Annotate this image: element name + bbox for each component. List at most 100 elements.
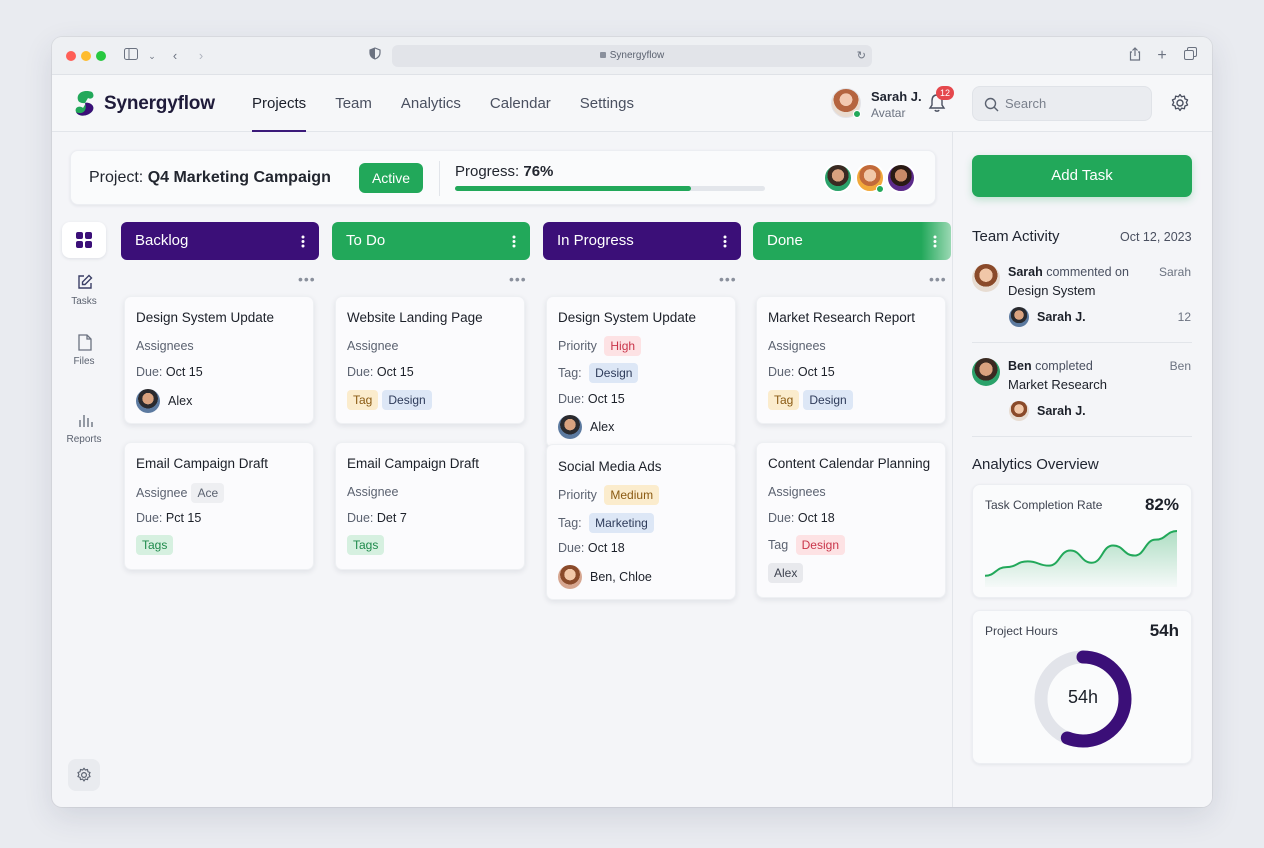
column-more-button[interactable]: ••• — [719, 271, 737, 287]
address-bar[interactable]: Synergyflow ↻ — [392, 45, 872, 67]
sidebar-toggle-icon[interactable] — [122, 47, 140, 65]
card-title: Email Campaign Draft — [136, 456, 269, 471]
avatar[interactable] — [972, 358, 1000, 386]
avatar[interactable] — [972, 264, 1000, 292]
activity-object[interactable]: Design System — [1008, 283, 1095, 298]
card-due: Due: Oct 18 — [768, 511, 835, 525]
rail-label: Reports — [66, 434, 102, 445]
nav-calendar[interactable]: Calendar — [490, 75, 551, 132]
tabs-overview-icon[interactable] — [1181, 47, 1199, 65]
column-header-backlog[interactable]: Backlog — [121, 222, 319, 260]
priority-badge[interactable]: Medium — [604, 485, 660, 505]
rail-item-reports[interactable]: Reports — [60, 408, 108, 445]
column-more-button[interactable]: ••• — [509, 271, 527, 287]
task-card[interactable]: Email Campaign Draft Assignee Ace Due: Pc… — [124, 442, 314, 570]
project-hours-card[interactable]: Project Hours 54h 54h — [972, 610, 1192, 764]
avatar[interactable] — [136, 389, 160, 413]
nav-settings[interactable]: Settings — [580, 75, 634, 132]
search-icon — [984, 97, 999, 112]
task-completion-card[interactable]: Task Completion Rate 82% — [972, 484, 1192, 598]
trend-area — [985, 531, 1177, 587]
card-assignee: Alex — [136, 389, 192, 413]
activity-count: 12 — [1177, 310, 1191, 324]
online-indicator — [876, 185, 884, 193]
kebab-menu-icon[interactable] — [301, 235, 305, 248]
minimize-window-button[interactable] — [81, 51, 91, 61]
tag-badge[interactable]: Design — [803, 390, 853, 410]
search-input[interactable] — [1005, 87, 1145, 120]
avatar[interactable] — [1009, 307, 1029, 327]
search-box[interactable] — [972, 86, 1152, 121]
completion-trend-chart — [984, 530, 1178, 587]
rail-label: Tasks — [71, 296, 97, 307]
divider — [972, 436, 1192, 437]
task-card[interactable]: Email Campaign Draft Assignee Due: Det 7… — [335, 442, 525, 570]
nav-analytics[interactable]: Analytics — [401, 75, 461, 132]
close-window-button[interactable] — [66, 51, 76, 61]
column-header-todo[interactable]: To Do — [332, 222, 530, 260]
grid-icon — [76, 232, 92, 248]
maximize-window-button[interactable] — [96, 51, 106, 61]
share-icon[interactable] — [1126, 47, 1144, 65]
card-title: Design System Update — [558, 310, 697, 325]
task-card[interactable]: Social Media Ads Priority Medium Tag: Ma… — [546, 444, 736, 600]
chevron-down-icon[interactable]: ⌄ — [143, 47, 161, 65]
team-avatar[interactable] — [823, 163, 853, 193]
team-avatar[interactable] — [886, 163, 916, 193]
online-indicator — [853, 110, 861, 118]
tag-badge[interactable]: Marketing — [589, 513, 654, 533]
brand-name[interactable]: Synergyflow — [104, 93, 215, 115]
new-tab-icon[interactable]: + — [1153, 47, 1171, 65]
avatar[interactable] — [558, 415, 582, 439]
gear-icon[interactable] — [1170, 93, 1190, 113]
task-card[interactable]: Design System Update Priority High Tag: … — [546, 296, 736, 448]
avatar[interactable] — [558, 565, 582, 589]
kebab-menu-icon[interactable] — [512, 235, 516, 248]
rail-item-dashboard[interactable] — [60, 222, 108, 258]
column-more-button[interactable]: ••• — [929, 271, 947, 287]
tag-badge[interactable]: Design — [589, 363, 639, 383]
card-tags: Tag Design — [768, 390, 853, 410]
tag-badge[interactable]: Design — [795, 535, 845, 555]
task-card[interactable]: Content Calendar Planning Assignees Due:… — [756, 442, 946, 598]
activity-text: Ben completed — [1008, 359, 1093, 373]
card-assignee-label: Assignee — [347, 485, 399, 499]
tag-badge[interactable]: Tag — [768, 390, 800, 410]
nav-team[interactable]: Team — [335, 75, 372, 132]
status-badge[interactable]: Active — [359, 163, 423, 193]
avatar[interactable] — [1009, 401, 1029, 421]
back-icon[interactable]: ‹ — [166, 47, 184, 65]
tag-badge[interactable]: Tags — [347, 535, 385, 555]
forward-icon[interactable]: › — [192, 47, 210, 65]
tag-badge[interactable]: Tags — [136, 535, 174, 555]
column-more-button[interactable]: ••• — [298, 271, 316, 287]
activity-object[interactable]: Market Research — [1008, 377, 1107, 392]
column-header-done[interactable]: Done — [753, 222, 951, 260]
tag-badge[interactable]: Tag — [347, 390, 379, 410]
add-task-button[interactable]: Add Task — [972, 155, 1192, 197]
edit-icon — [78, 274, 93, 289]
kebab-menu-icon[interactable] — [933, 235, 937, 248]
task-card[interactable]: Market Research Report Assignees Due: Oc… — [756, 296, 946, 424]
task-card[interactable]: Design System Update Assignees Due: Oct … — [124, 296, 314, 424]
synergyflow-logo-icon[interactable] — [72, 88, 98, 118]
nav-projects[interactable]: Projects — [252, 75, 307, 132]
rail-item-files[interactable]: Files — [60, 330, 108, 367]
kebab-menu-icon[interactable] — [723, 235, 727, 248]
shield-icon[interactable] — [366, 47, 384, 65]
tag-badge[interactable]: Design — [382, 390, 432, 410]
card-due: Due: Oct 15 — [768, 365, 835, 379]
card-priority: Priority Medium — [558, 485, 660, 505]
task-card[interactable]: Website Landing Page Assignee Due: Oct 1… — [335, 296, 525, 424]
assignee-badge[interactable]: Alex — [768, 563, 804, 583]
reload-icon[interactable]: ↻ — [857, 45, 866, 67]
card-due: Due: Pct 15 — [136, 511, 202, 525]
user-name[interactable]: Sarah J. — [871, 89, 922, 104]
column-header-in-progress[interactable]: In Progress — [543, 222, 741, 260]
priority-badge[interactable]: High — [604, 336, 642, 356]
progress-fill — [455, 186, 691, 191]
file-icon — [78, 334, 92, 351]
rail-settings-button[interactable] — [68, 759, 100, 791]
rail-item-tasks[interactable]: Tasks — [60, 270, 108, 307]
card-assignee-label: Assignee — [347, 339, 399, 353]
